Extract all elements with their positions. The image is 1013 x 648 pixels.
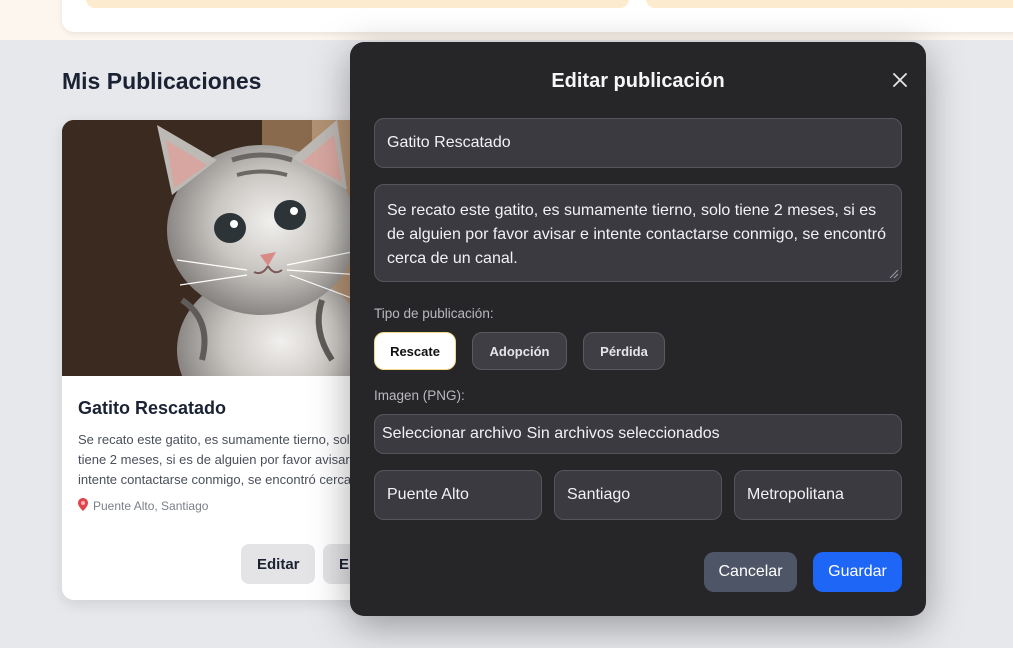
post-location: Puente Alto, Santiago <box>78 498 208 514</box>
ciudad-input[interactable]: Santiago <box>554 470 722 520</box>
save-button[interactable]: Guardar <box>813 552 902 592</box>
post-photo <box>62 120 382 376</box>
resize-grip-icon[interactable] <box>889 269 899 279</box>
file-input[interactable]: Seleccionar archivo Sin archivos selecci… <box>374 414 902 454</box>
top-pill-right <box>646 0 1013 8</box>
cancel-button[interactable]: Cancelar <box>704 552 797 592</box>
description-text: Se recato este gatito, es sumamente tier… <box>387 202 886 267</box>
title-input[interactable]: Gatito Rescatado <box>374 118 902 168</box>
region-input[interactable]: Metropolitana <box>734 470 902 520</box>
image-label: Imagen (PNG): <box>374 388 465 403</box>
edit-modal: Editar publicación Gatito Rescatado Se r… <box>350 42 926 616</box>
type-rescate-button[interactable]: Rescate <box>374 332 456 370</box>
comuna-input[interactable]: Puente Alto <box>374 470 542 520</box>
file-status: Sin archivos seleccionados <box>526 425 720 442</box>
post-description: Se recato este gatito, es sumamente tier… <box>78 432 369 487</box>
top-pill-left <box>86 0 629 8</box>
section-title: Mis Publicaciones <box>62 68 262 94</box>
modal-title: Editar publicación <box>551 70 725 92</box>
post-title: Gatito Rescatado <box>78 398 227 418</box>
map-pin-icon <box>78 498 88 514</box>
edit-button[interactable]: Editar <box>241 544 315 584</box>
type-perdida-button[interactable]: Pérdida <box>583 332 665 370</box>
description-textarea[interactable]: Se recato este gatito, es sumamente tier… <box>374 184 902 282</box>
type-label: Tipo de publicación: <box>374 306 494 321</box>
file-select-button[interactable]: Seleccionar archivo <box>382 425 522 443</box>
post-card: Gatito Rescatado Se recato este gatito, … <box>62 120 382 600</box>
post-location-text: Puente Alto, Santiago <box>93 499 209 513</box>
type-adopcion-button[interactable]: Adopción <box>472 332 567 370</box>
close-icon[interactable] <box>888 68 912 92</box>
